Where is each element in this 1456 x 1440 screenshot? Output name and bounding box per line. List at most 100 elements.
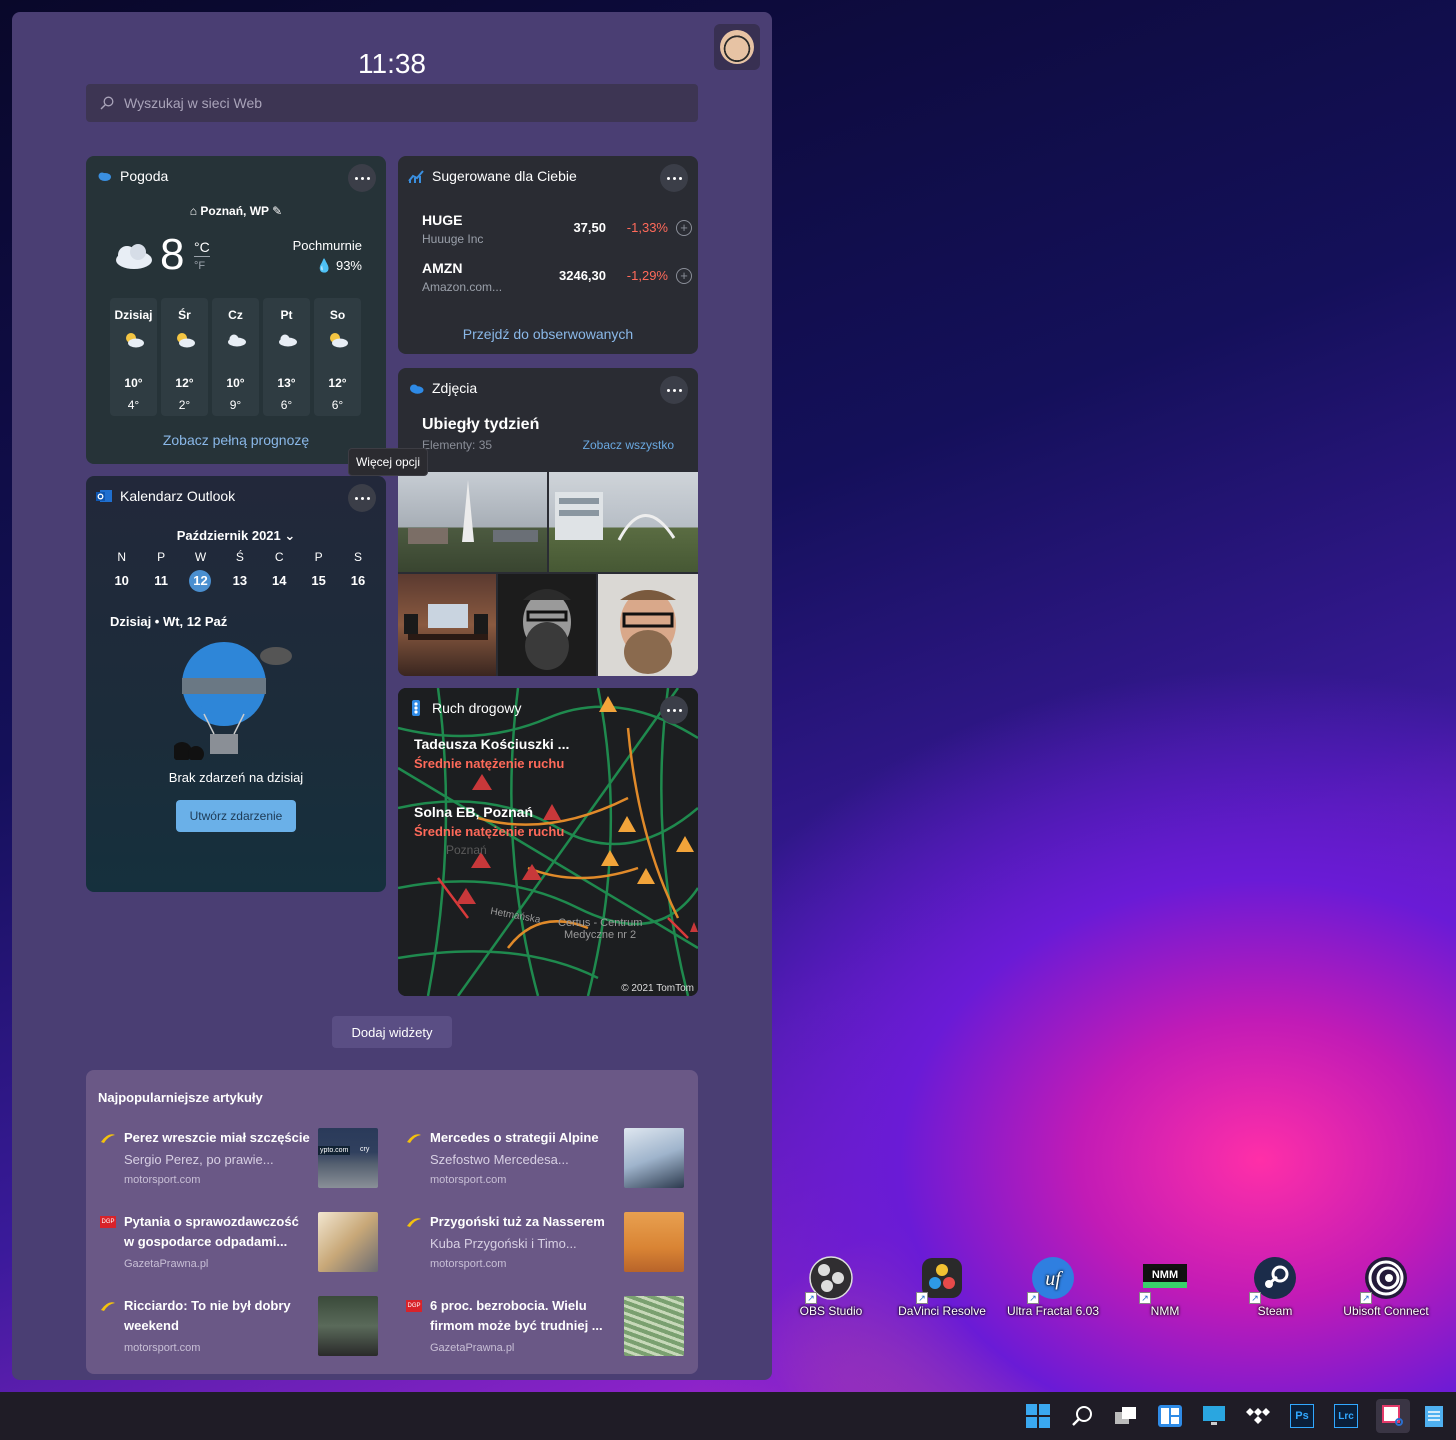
widgets-panel: 11:38 Wyszukaj w sieci Web Pogoda ⌂ Pozn… [12,12,772,1380]
stocks-more-button[interactable] [660,164,688,192]
photoshop-icon: Ps [1290,1404,1314,1428]
photos-more-button[interactable] [660,376,688,404]
weather-title: Pogoda [120,168,169,184]
start-button[interactable] [1024,1402,1052,1430]
weather-widget[interactable]: Pogoda ⌂ Poznań, WP ✎ 8 °C °F Pochmurnie … [86,156,386,464]
search-taskbar-button[interactable] [1068,1402,1096,1430]
weather-header: Pogoda [96,168,168,184]
lightroom-classic-button[interactable]: Lrc [1332,1402,1360,1430]
news-article[interactable]: Mercedes o strategii Alpine Szefostwo Me… [404,1128,704,1198]
date-row: 10 11 12 13 14 15 16 [102,570,378,592]
add-widgets-button[interactable]: Dodaj widżety [332,1016,452,1048]
thumb-banner-text: cry [360,1146,370,1153]
stock-row[interactable]: HUGE Huuuge Inc 37,50 -1,33% + [422,212,692,246]
partly-cloudy-icon [110,322,157,358]
ubisoft-connect-icon: ↗ [1360,1256,1408,1304]
shortcut-arrow-icon: ↗ [1360,1292,1372,1304]
news-article[interactable]: Perez wreszcie miał szczęście Sergio Per… [98,1128,398,1198]
traffic-widget[interactable]: Hetmańska Certus - Centrum Medyczne nr 2… [398,688,698,996]
snipping-tool-icon [1382,1405,1403,1426]
news-article[interactable]: DGP Pytania o sprawozdawczość w gospodar… [98,1212,398,1282]
forecast-days: Dzisiaj 10° 4° Śr 12° 2° Cz 10° 9° Pt 13° 6° So 1… [110,298,361,416]
stocks-header: Sugerowane dla Ciebie [408,168,577,184]
panel-clock: 11:38 [358,48,426,79]
desktop-icon-obs[interactable]: ↗ OBS Studio [776,1256,886,1318]
add-to-watchlist-icon[interactable]: + [676,220,692,236]
user-avatar[interactable] [714,24,760,70]
forecast-day[interactable]: So 12° 6° [314,298,361,416]
remote-desktop-button[interactable] [1200,1402,1228,1430]
news-article[interactable]: Ricciardo: To nie był dobry weekend moto… [98,1296,398,1366]
shortcut-arrow-icon: ↗ [916,1292,928,1304]
weather-condition: Pochmurnie 💧 93% [293,236,362,276]
tidal-button[interactable] [1244,1402,1272,1430]
desktop-icon-davinci[interactable]: ↗ DaVinci Resolve [887,1256,997,1318]
forecast-day[interactable]: Cz 10° 9° [212,298,259,416]
motorsport-logo-icon [101,1134,115,1143]
date-cell-today[interactable]: 12 [189,570,212,592]
news-article[interactable]: DGP 6 proc. bezrobocia. Wielu firmom moż… [404,1296,704,1366]
traffic-map[interactable]: Hetmańska Certus - Centrum Medyczne nr 2… [398,688,698,996]
task-view-button[interactable] [1112,1402,1140,1430]
see-all-photos-link[interactable]: Zobacz wszystko [583,438,674,452]
widgets-taskbar-button[interactable] [1156,1402,1184,1430]
desktop-icon-nmm[interactable]: NMM ↗ NMM [1110,1256,1220,1318]
weather-more-button[interactable] [348,164,376,192]
notepad-button[interactable] [1420,1402,1448,1430]
search-input[interactable]: Wyszukaj w sieci Web [86,84,698,122]
weekday-label: P [157,550,166,564]
stocks-widget[interactable]: Sugerowane dla Ciebie HUGE Huuuge Inc 37… [398,156,698,354]
calendar-title: Kalendarz Outlook [120,488,236,504]
photo-thumbnail[interactable] [598,574,698,676]
forecast-day[interactable]: Pt 13° 6° [263,298,310,416]
weekday-label: S [354,550,363,564]
desktop-icon-ultra-fractal[interactable]: uf ↗ Ultra Fractal 6.03 [998,1256,1108,1318]
today-label: Dzisiaj • Wt, 12 Paź [110,614,228,629]
photos-count: Elementy: 35 [422,438,493,452]
more-options-tooltip: Więcej opcji [348,448,428,476]
weather-location[interactable]: ⌂ Poznań, WP ✎ [86,204,386,218]
stock-row[interactable]: AMZN Amazon.com... 3246,30 -1,29% + [422,260,692,294]
photo-thumbnail[interactable] [398,574,496,676]
thumb-banner-text: ypto.com [318,1146,351,1155]
article-thumbnail [318,1212,378,1272]
photoshop-button[interactable]: Ps [1288,1402,1316,1430]
unit-celsius[interactable]: °C [194,239,210,255]
date-cell[interactable]: 13 [220,570,259,592]
desktop-icon-steam[interactable]: ↗ Steam [1220,1256,1330,1318]
ultra-fractal-icon: uf ↗ [1027,1256,1075,1304]
photo-thumbnail[interactable] [549,472,698,572]
watchlist-link[interactable]: Przejdź do obserwowanych [398,326,698,342]
date-cell[interactable]: 16 [338,570,377,592]
date-cell[interactable]: 15 [299,570,338,592]
news-feed: Najpopularniejsze artykuły Perez wreszci… [86,1070,698,1374]
forecast-day[interactable]: Śr 12° 2° [161,298,208,416]
desktop-icon-ubisoft[interactable]: ↗ Ubisoft Connect [1331,1256,1441,1318]
photo-thumbnail[interactable] [498,574,596,676]
obs-icon: ↗ [805,1256,853,1304]
photo-thumbnail[interactable] [398,472,547,572]
forecast-day[interactable]: Dzisiaj 10° 4° [110,298,157,416]
month-selector[interactable]: Październik 2021 ⌄ [86,528,386,544]
motorsport-logo-icon [101,1302,115,1311]
traffic-more-button[interactable] [660,696,688,724]
snipping-tool-button[interactable] [1376,1399,1410,1433]
create-event-button[interactable]: Utwórz zdarzenie [176,800,296,832]
traffic-route[interactable]: Solna EB, Poznań Średnie natężenie ruchu [414,804,564,839]
unit-fahrenheit[interactable]: °F [194,256,210,275]
gazeta-prawna-logo-icon: DGP [406,1300,422,1312]
full-forecast-link[interactable]: Zobacz pełną prognozę [86,432,386,448]
add-to-watchlist-icon[interactable]: + [676,268,692,284]
date-cell[interactable]: 14 [260,570,299,592]
news-article[interactable]: Przygoński tuż za Nasserem Kuba Przygońs… [404,1212,704,1282]
edit-pencil-icon[interactable]: ✎ [269,204,282,218]
photos-widget[interactable]: Zdjęcia Ubiegły tydzień Elementy: 35 Zob… [398,368,698,676]
calendar-widget[interactable]: Kalendarz Outlook Październik 2021 ⌄ N P… [86,476,386,892]
widgets-icon [1158,1405,1182,1427]
date-cell[interactable]: 11 [141,570,180,592]
temperature-units[interactable]: °C °F [194,238,210,275]
traffic-route[interactable]: Tadeusza Kościuszki ... Średnie natężeni… [414,736,569,771]
calendar-more-button[interactable] [348,484,376,512]
date-cell[interactable]: 10 [102,570,141,592]
search-icon [100,96,114,110]
